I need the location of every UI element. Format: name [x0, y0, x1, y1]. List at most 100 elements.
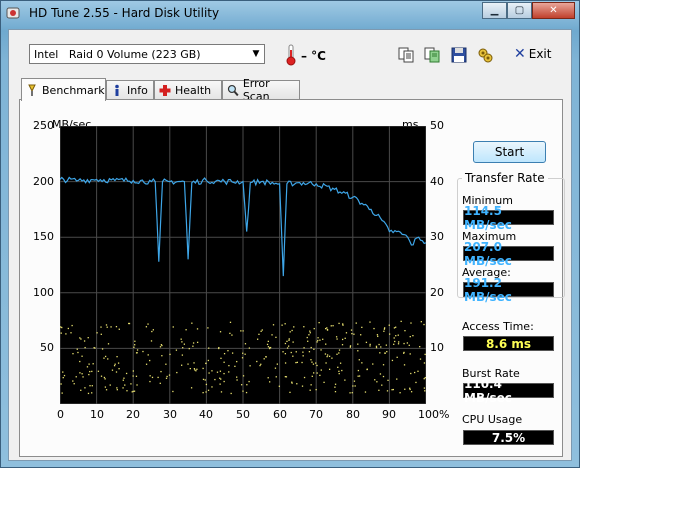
save-icon[interactable] [450, 46, 468, 64]
title-bar[interactable]: HD Tune 2.55 - Hard Disk Utility ▁ ▢ ✕ [1, 1, 579, 27]
access-time-point [423, 387, 426, 389]
access-time-point [236, 376, 238, 378]
access-time-point [88, 373, 90, 376]
maximize-button[interactable]: ▢ [507, 2, 532, 19]
access-time-point [384, 352, 386, 354]
close-button[interactable]: ✕ [532, 2, 575, 19]
access-time-point [80, 338, 82, 340]
access-time-point [72, 380, 74, 382]
access-time-point [79, 372, 81, 374]
access-time-point [307, 340, 309, 342]
access-time-point [104, 355, 107, 358]
access-time-point [386, 350, 388, 353]
access-time-point [320, 369, 322, 371]
access-time-point [97, 370, 100, 372]
access-time-point [236, 360, 238, 363]
access-time-point [223, 353, 226, 355]
copy-all-icon[interactable] [423, 46, 441, 64]
access-time-point [415, 381, 417, 384]
access-time-point [133, 346, 135, 348]
access-time-point [107, 358, 109, 360]
options-icon[interactable] [476, 46, 494, 64]
access-time-point [352, 385, 354, 387]
access-time-point [73, 383, 75, 385]
access-time-point [414, 371, 416, 374]
x-axis-tick: 20 [126, 408, 140, 421]
access-time-point [379, 373, 382, 375]
access-time-point [190, 387, 193, 389]
chevron-down-icon: ▼ [252, 49, 260, 59]
access-time-point [302, 355, 304, 357]
average-value: 191.2 MB/sec [463, 276, 554, 304]
minimize-button[interactable]: ▁ [482, 2, 507, 19]
access-time-point [62, 376, 64, 379]
access-time-point [244, 353, 246, 355]
access-time-point [152, 329, 155, 331]
access-time-point [423, 378, 425, 380]
access-time-point [89, 370, 91, 373]
access-time-point [338, 349, 341, 351]
access-time-point [241, 357, 244, 359]
access-time-point [303, 347, 305, 349]
access-time-point [397, 343, 400, 345]
access-time-point [118, 368, 120, 370]
right-axis-tick: 30 [430, 230, 444, 244]
access-time-point [220, 391, 223, 393]
exit-icon: ✕ [514, 46, 526, 62]
tab-info[interactable]: Info [106, 80, 154, 99]
access-time-point [286, 347, 289, 349]
access-time-point [165, 377, 168, 379]
access-time-point [351, 392, 353, 394]
access-time-point [334, 386, 336, 388]
temperature-readout: – °C [301, 49, 326, 63]
access-time-point [319, 339, 321, 341]
access-time-point [196, 368, 198, 370]
access-time-point [207, 327, 209, 329]
access-time-point [128, 322, 130, 325]
access-time-point [105, 389, 108, 391]
access-time-point [207, 389, 210, 391]
access-time-point [375, 345, 378, 347]
access-time-point [175, 349, 178, 351]
exit-button[interactable]: ✕ Exit [514, 46, 551, 62]
access-time-point [180, 338, 182, 340]
access-time-point [216, 371, 219, 373]
access-time-point [165, 363, 167, 365]
drive-dropdown[interactable]: Intel Raid 0 Volume (223 GB) ▼ [29, 44, 265, 64]
access-time-point [316, 341, 318, 343]
x-axis-tick: 30 [163, 408, 177, 421]
access-time-point [123, 377, 125, 379]
access-time-point [263, 358, 265, 360]
tab-error-scan[interactable]: Error Scan [222, 77, 300, 103]
benchmark-panel: MB/sec ms Start Transfer Rate Minimum 11… [19, 99, 565, 457]
access-time-point [223, 372, 225, 375]
tab-health[interactable]: Health [154, 80, 222, 99]
access-time-point [419, 346, 421, 348]
access-time-point [103, 357, 105, 359]
access-time-point [378, 343, 380, 346]
access-time-point [338, 372, 340, 375]
access-time-point [208, 372, 210, 374]
access-time-point [332, 325, 334, 327]
x-axis-tick: 90 [382, 408, 396, 421]
access-time-point [409, 353, 411, 355]
tab-benchmark[interactable]: Benchmark [21, 78, 106, 101]
access-time-point [350, 329, 353, 331]
access-time-point [375, 346, 378, 349]
access-time-point [101, 348, 104, 350]
access-time-point [289, 331, 291, 333]
copy-icon[interactable] [397, 46, 415, 64]
access-time-point [271, 334, 273, 336]
access-time-point [242, 330, 244, 332]
access-time-point [372, 363, 374, 365]
access-time-point [104, 378, 106, 380]
access-time-point [229, 321, 232, 323]
access-time-point [71, 324, 73, 327]
access-time-point [320, 349, 322, 351]
access-time-point [105, 324, 108, 326]
access-time-point [323, 381, 325, 384]
access-time-point [125, 372, 128, 375]
window-title: HD Tune 2.55 - Hard Disk Utility [29, 6, 220, 20]
access-time-point [357, 350, 359, 352]
start-button[interactable]: Start [473, 141, 546, 163]
